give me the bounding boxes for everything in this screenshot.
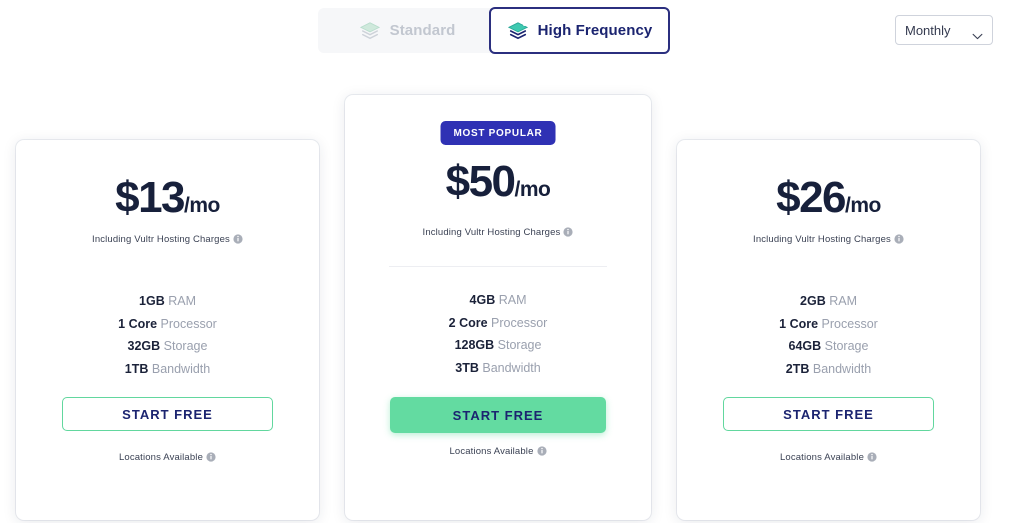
price-suffix: /mo [845, 194, 881, 217]
spec-item: 2TB Bandwidth [677, 358, 980, 381]
spec-label: Storage [497, 338, 542, 353]
spec-value: 1TB [124, 362, 149, 377]
spec-label: RAM [498, 293, 527, 307]
spec-item: 3TB Bandwidth [345, 357, 651, 380]
spec-list: 2GB RAM 1 Core Processor 64GB Storage 2T… [677, 290, 980, 381]
spec-list: 4GB RAM 2 Core Processor 128GB Storage 3… [345, 289, 651, 380]
spec-value: 64GB [788, 339, 822, 354]
info-icon[interactable] [867, 452, 877, 462]
spec-label: RAM [829, 294, 857, 308]
spec-item: 2 Core Processor [345, 312, 651, 335]
pricing-card: $26/mo Including Vultr Hosting Charges 2… [677, 140, 980, 520]
spec-item: 1 Core Processor [677, 313, 980, 336]
spec-item: 1 Core Processor [16, 313, 319, 336]
spec-item: 128GB Storage [345, 334, 651, 357]
spec-value: 128GB [454, 338, 495, 353]
spec-label: Bandwidth [812, 362, 872, 377]
spec-value: 32GB [127, 339, 161, 354]
spec-label: Processor [821, 316, 878, 331]
price: $26/mo [677, 176, 980, 220]
spec-item: 32GB Storage [16, 335, 319, 358]
price-amount: $26 [776, 173, 846, 222]
pricing-card-popular: MOST POPULAR $50/mo Including Vultr Host… [345, 95, 651, 520]
price-suffix: /mo [514, 178, 551, 201]
spec-value: 2TB [785, 362, 810, 377]
spec-list: 1GB RAM 1 Core Processor 32GB Storage 1T… [16, 290, 319, 381]
price: $50/mo [345, 160, 651, 204]
hosting-charges-text: Including Vultr Hosting Charges [422, 227, 561, 238]
hosting-charges-text: Including Vultr Hosting Charges [753, 234, 891, 245]
spec-label: Bandwidth [151, 362, 211, 377]
start-free-button[interactable]: START FREE [390, 397, 606, 433]
locations-available-note: Locations Available [345, 446, 651, 457]
locations-available-text: Locations Available [449, 446, 534, 457]
start-free-button[interactable]: START FREE [723, 397, 934, 431]
info-icon[interactable] [536, 446, 547, 456]
pricing-cards: $13/mo Including Vultr Hosting Charges 1… [0, 0, 1012, 523]
spec-value: 1 Core [118, 316, 158, 331]
spec-label: RAM [168, 294, 196, 308]
spec-item: 64GB Storage [677, 335, 980, 358]
hosting-charges-note: Including Vultr Hosting Charges [677, 234, 980, 245]
info-icon[interactable] [894, 234, 904, 244]
locations-available-note: Locations Available [16, 452, 319, 463]
spec-label: Storage [163, 339, 208, 354]
most-popular-badge: MOST POPULAR [440, 121, 556, 145]
spec-item: 1GB RAM [16, 290, 319, 313]
hosting-charges-note: Including Vultr Hosting Charges [345, 227, 651, 238]
spec-label: Processor [491, 315, 548, 330]
info-icon[interactable] [563, 227, 574, 237]
hosting-charges-text: Including Vultr Hosting Charges [92, 234, 230, 245]
locations-available-text: Locations Available [118, 452, 203, 463]
start-free-button[interactable]: START FREE [62, 397, 273, 431]
spec-value: 1 Core [779, 316, 819, 331]
spec-value: 2GB [800, 294, 826, 308]
pricing-card: $13/mo Including Vultr Hosting Charges 1… [16, 140, 319, 520]
price-amount: $13 [115, 173, 185, 222]
info-icon[interactable] [233, 234, 243, 244]
info-icon[interactable] [206, 452, 216, 462]
card-divider [389, 266, 607, 267]
spec-item: 1TB Bandwidth [16, 358, 319, 381]
spec-value: 4GB [469, 293, 496, 307]
spec-item: 2GB RAM [677, 290, 980, 313]
price-suffix: /mo [184, 194, 220, 217]
locations-available-text: Locations Available [779, 452, 864, 463]
hosting-charges-note: Including Vultr Hosting Charges [16, 234, 319, 245]
locations-available-note: Locations Available [677, 452, 980, 463]
spec-label: Storage [824, 339, 869, 354]
spec-value: 2 Core [448, 315, 488, 330]
spec-label: Bandwidth [482, 361, 541, 376]
price: $13/mo [16, 176, 319, 220]
spec-value: 3TB [455, 361, 479, 376]
spec-value: 1GB [139, 294, 165, 308]
spec-item: 4GB RAM [345, 289, 651, 312]
spec-label: Processor [160, 316, 217, 331]
price-amount: $50 [445, 157, 516, 206]
